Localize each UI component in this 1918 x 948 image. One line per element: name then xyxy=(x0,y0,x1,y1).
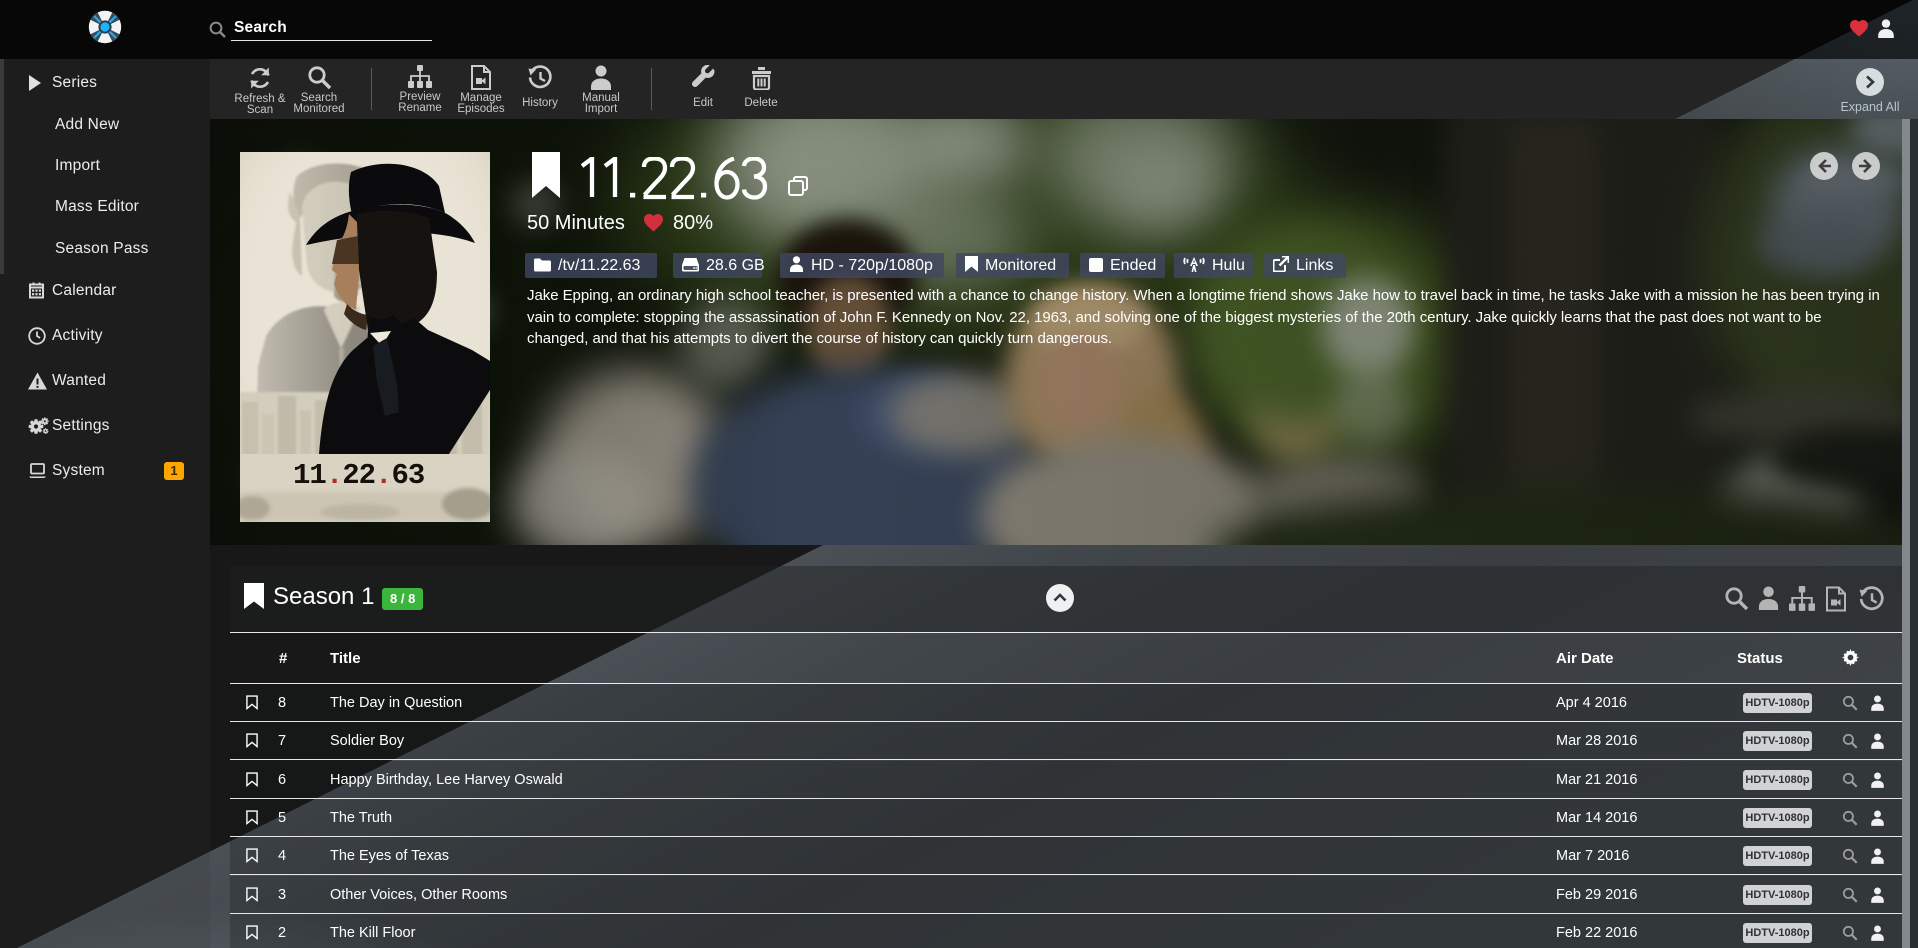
svg-text:11.22.63: 11.22.63 xyxy=(293,459,424,492)
